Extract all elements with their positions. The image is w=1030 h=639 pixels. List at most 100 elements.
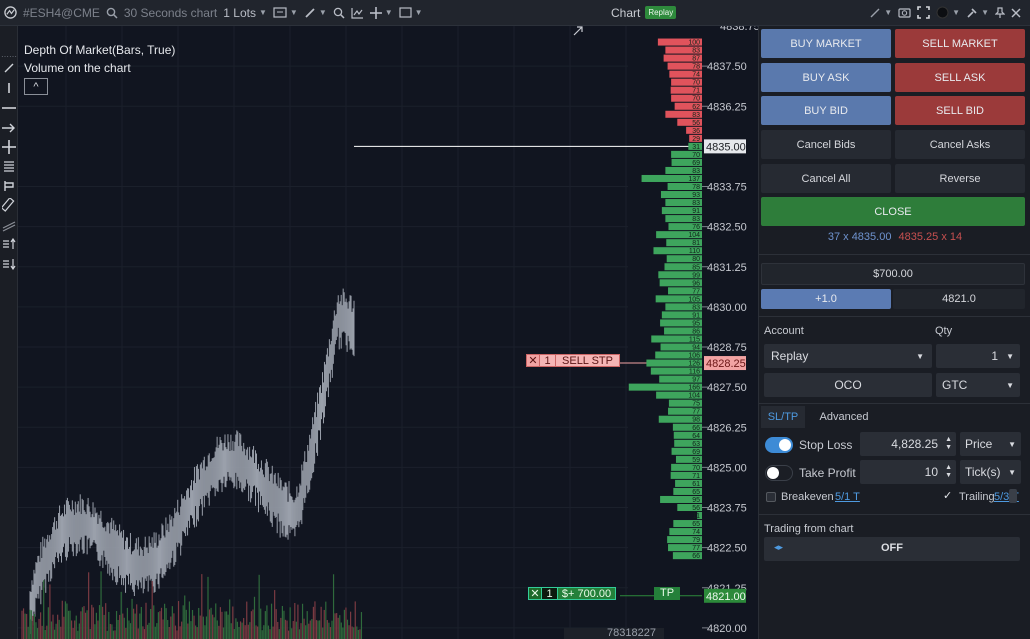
qty-select[interactable]: 1 ▼	[936, 344, 1020, 368]
account-select[interactable]: Replay ▼	[764, 344, 932, 368]
trendline-tool-icon[interactable]	[0, 62, 18, 77]
dom-bid-bar-label: 83	[692, 200, 700, 207]
tab-advanced[interactable]: Advanced	[809, 406, 879, 428]
price-tick-label: 4826.25	[707, 422, 747, 434]
cross-tool-icon[interactable]	[0, 140, 18, 157]
zoom-icon[interactable]	[330, 0, 348, 26]
dom-bid-bar-label: 166	[688, 385, 700, 392]
dom-bid-bar-label: 76	[692, 224, 700, 231]
breakeven-link[interactable]: 5/1 T	[835, 491, 860, 503]
stop-loss-type-select[interactable]: Price ▼	[960, 432, 1021, 456]
dom-bid-bar-label: 77	[692, 288, 700, 295]
stop-order-qty: 1	[540, 354, 556, 367]
trading-from-chart-toggle[interactable]: ◂▸ OFF	[764, 537, 1020, 561]
window-layout-icon[interactable]: ▼	[396, 0, 426, 26]
link-icon[interactable]: ▼	[866, 0, 895, 26]
dom-bid-bar-label: 137	[688, 176, 700, 183]
chart-type-icon[interactable]: ▼	[270, 0, 301, 26]
spinner-arrows-icon[interactable]: ▲ ▼	[945, 464, 952, 480]
tif-select[interactable]: GTC ▼	[936, 373, 1020, 397]
stop-loss-input[interactable]: 4,828.25 ▲ ▼	[860, 432, 956, 456]
gann-tool-icon[interactable]	[0, 180, 18, 195]
cancel-bids-button[interactable]: Cancel Bids	[761, 130, 891, 159]
tab-sltp[interactable]: SL/TP	[761, 406, 805, 428]
breakeven-checkbox[interactable]	[766, 492, 776, 502]
buy-market-button[interactable]: BUY MARKET	[761, 29, 891, 58]
cancel-tp-order-button[interactable]: ✕	[528, 587, 542, 600]
crosshair-icon[interactable]: ▼	[367, 0, 396, 26]
take-profit-input[interactable]: 10 ▲ ▼	[860, 460, 956, 484]
price-chart[interactable]: 100 83 87 78 74 70 71 70 62 83 56 36 29 31 70 69 83 137 78…	[18, 26, 758, 639]
dom-bid-bar-label: 56	[692, 505, 700, 512]
search-icon[interactable]	[103, 0, 121, 26]
sell-stop-order-label[interactable]: ✕ 1 SELL STP	[526, 354, 620, 367]
dom-bid-bar-label: 99	[692, 272, 700, 279]
dom-ask-bar-label: 62	[692, 104, 700, 111]
dom-bid-bar-label: 66	[692, 553, 700, 560]
cancel-all-button[interactable]: Cancel All	[761, 164, 891, 193]
spinner-arrows-icon[interactable]: ▲ ▼	[945, 436, 952, 452]
buy-ask-button[interactable]: BUY ASK	[761, 63, 891, 92]
color-circle-icon[interactable]: ▼	[933, 0, 963, 26]
symbol-selector[interactable]: #ESH4@CME	[20, 0, 103, 26]
sell-market-button[interactable]: SELL MARKET	[895, 29, 1025, 58]
dom-ask-bar-label: 74	[692, 72, 700, 79]
chart-canvas[interactable]: 1008387787470717062835636293170698313778…	[18, 26, 758, 639]
stop-loss-type: Price	[965, 437, 993, 451]
timeframe-selector[interactable]: 30 Seconds chart	[121, 0, 220, 26]
channel-tool-icon[interactable]	[0, 220, 18, 235]
dom-bid-bar-label: 105	[688, 296, 700, 303]
pin-icon[interactable]	[992, 0, 1008, 26]
buy-bid-button[interactable]: BUY BID	[761, 96, 891, 125]
indicators-icon[interactable]	[348, 0, 367, 26]
tp-tag: TP	[654, 587, 680, 600]
stop-loss-toggle[interactable]	[765, 437, 793, 453]
chevron-down-icon: ▼	[1006, 380, 1014, 390]
position-qty: +1.0	[761, 289, 891, 309]
ray-tool-icon[interactable]	[0, 122, 18, 137]
app-logo-icon[interactable]	[0, 0, 20, 26]
fibonacci-tool-icon[interactable]	[0, 160, 18, 175]
price-tick-label: 4837.50	[707, 61, 747, 73]
horizontal-line-tool-icon[interactable]	[0, 102, 18, 117]
reverse-button[interactable]: Reverse	[895, 164, 1025, 193]
panel-scrollbar-thumb[interactable]	[1009, 489, 1017, 503]
dom-bid-bar-label: 110	[689, 248, 700, 255]
close-window-icon[interactable]	[1008, 0, 1024, 26]
cancel-stop-order-button[interactable]: ✕	[526, 354, 540, 367]
take-profit-type: Tick(s)	[965, 465, 1001, 479]
account-label: Account	[764, 325, 804, 337]
short-position-tool-icon[interactable]	[0, 258, 18, 273]
trading-from-chart-state: OFF	[881, 542, 903, 554]
dom-ask-bar-label: 70	[692, 80, 700, 87]
take-profit-type-select[interactable]: Tick(s) ▼	[960, 460, 1021, 484]
take-profit-order-label[interactable]: ✕ 1 $+ 700.00	[528, 587, 616, 600]
oco-button[interactable]: OCO	[764, 373, 932, 397]
dom-ask-bar-label: 56	[692, 120, 700, 127]
dom-ask-bar-label: 100	[688, 40, 700, 47]
long-position-tool-icon[interactable]	[0, 237, 18, 253]
price-tick-label: 4833.75	[707, 182, 747, 194]
sell-ask-button[interactable]: SELL ASK	[895, 63, 1025, 92]
camera-icon[interactable]	[895, 0, 914, 26]
sell-bid-button[interactable]: SELL BID	[895, 96, 1025, 125]
trailing-checkbox[interactable]: ✓	[943, 491, 954, 502]
cancel-asks-button[interactable]: Cancel Asks	[895, 130, 1025, 159]
ruler-tool-icon[interactable]	[0, 196, 18, 215]
collapse-indicators-button[interactable]: ^	[24, 78, 48, 95]
price-tick-label: 4822.50	[707, 543, 747, 555]
dom-bid-bar-label: 83	[692, 216, 700, 223]
dom-bid-bar-label: 81	[692, 240, 700, 247]
price-tick-label: 4831.25	[707, 262, 747, 274]
lots-selector[interactable]: 1 Lots ▼	[220, 0, 270, 26]
dom-ask-bar-label: 71	[692, 88, 700, 95]
draw-pencil-icon[interactable]: ▼	[301, 0, 330, 26]
settings-tools-icon[interactable]: ▼	[963, 0, 992, 26]
vertical-line-tool-icon[interactable]	[0, 82, 18, 97]
take-profit-toggle[interactable]	[765, 465, 793, 481]
dom-bid-bar-label: 71	[692, 473, 700, 480]
fullscreen-icon[interactable]	[914, 0, 933, 26]
qty-value: 1	[991, 349, 998, 363]
dom-bid-bar-label: 79	[692, 537, 700, 544]
close-position-button[interactable]: CLOSE	[761, 197, 1025, 226]
